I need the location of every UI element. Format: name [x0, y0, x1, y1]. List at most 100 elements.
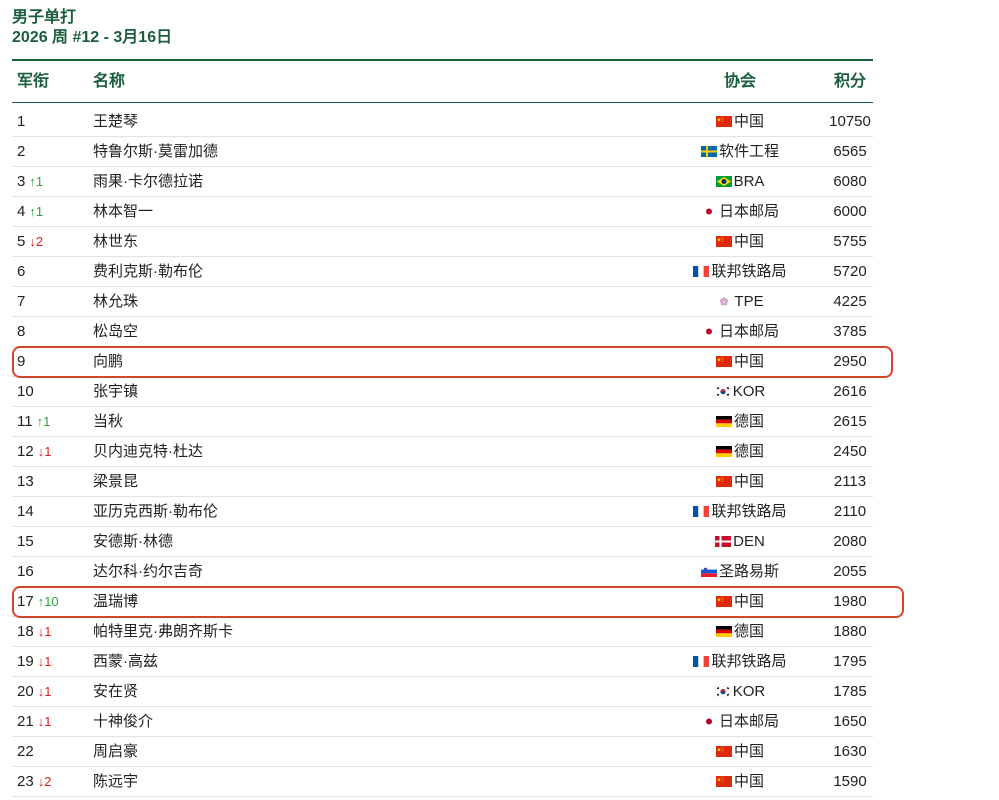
association-cell: BRA: [662, 167, 818, 196]
header-points: 积分: [833, 73, 866, 90]
player-name[interactable]: 周启豪: [93, 737, 138, 766]
china-flag-icon: [715, 596, 732, 607]
rank-number: 1: [17, 113, 26, 130]
china-flag-icon: [715, 746, 732, 757]
table-row: 14 亚历克西斯·勒布伦 联邦铁路局 2110: [12, 497, 873, 527]
rank-cell: 8: [17, 317, 25, 346]
slovenia-flag-icon: [700, 566, 717, 577]
korea-flag-icon: [714, 686, 731, 697]
player-name[interactable]: 林本智一: [93, 197, 153, 226]
france-flag-icon: [693, 266, 710, 277]
points-value: 4225: [833, 293, 867, 310]
table-header: 军衔 名称 协会 积分: [12, 59, 873, 103]
player-name[interactable]: 特鲁尔斯·莫雷加德: [93, 137, 218, 166]
table-row: 1 王楚琴 中国 10750: [12, 107, 873, 137]
association-cell: 日本邮局: [662, 197, 818, 226]
player-name[interactable]: 陈远宇: [93, 767, 138, 796]
table-row: 11 ↑1 当秋 德国 2615: [12, 407, 873, 437]
germany-flag-icon: [715, 446, 732, 457]
points-value: 2950: [833, 353, 867, 370]
association-name: KOR: [732, 683, 766, 700]
rank-cell: 22: [17, 737, 34, 766]
player-name[interactable]: 达尔科·约尔吉奇: [93, 557, 203, 586]
rank-number: 22: [17, 743, 34, 760]
rank-cell: 10: [17, 377, 34, 406]
plum-blossom-icon: [716, 296, 732, 307]
player-name[interactable]: 亚历克西斯·勒布伦: [93, 497, 218, 526]
player-name[interactable]: 当秋: [93, 407, 123, 436]
points-value: 5755: [833, 233, 867, 250]
rank-cell: 2: [17, 137, 25, 166]
rank-cell: 5 ↓2: [17, 227, 43, 256]
association-cell: 中国: [662, 767, 818, 796]
rank-number: 5: [17, 233, 26, 250]
table-row: 21 ↓1 十神俊介 日本邮局 1650: [12, 707, 873, 737]
points-value: 1880: [833, 623, 867, 640]
player-name[interactable]: 帕特里克·弗朗齐斯卡: [93, 617, 233, 646]
association-cell: 中国: [662, 587, 818, 616]
points-value: 2113: [833, 473, 867, 490]
rank-down-indicator: ↓1: [37, 684, 52, 699]
player-name[interactable]: 林世东: [93, 227, 138, 256]
rank-number: 8: [17, 323, 26, 340]
sweden-flag-icon: [700, 146, 717, 157]
points-value: 1650: [833, 713, 867, 730]
player-name[interactable]: 费利克斯·勒布伦: [93, 257, 203, 286]
player-name[interactable]: 安德斯·林德: [93, 527, 173, 556]
rank-cell: 1: [17, 107, 25, 136]
player-name[interactable]: 林允珠: [93, 287, 138, 316]
table-row: 13 梁景昆 中国 2113: [12, 467, 873, 497]
rank-cell: 15: [17, 527, 34, 556]
player-name[interactable]: 温瑞博: [93, 587, 138, 616]
rank-number: 18: [17, 623, 34, 640]
association-cell: 中国: [662, 737, 818, 766]
player-name[interactable]: 雨果·卡尔德拉诺: [93, 167, 203, 196]
player-name[interactable]: 贝内迪克特·杜达: [93, 437, 203, 466]
association-name: 联邦铁路局: [711, 503, 787, 520]
association-name: 德国: [733, 413, 764, 430]
player-name[interactable]: 王楚琴: [93, 107, 138, 136]
table-row: 23 ↓2 陈远宇 中国 1590: [12, 767, 873, 797]
association-cell: KOR: [662, 377, 818, 406]
korea-flag-icon: [714, 386, 731, 397]
player-name[interactable]: 松岛空: [93, 317, 138, 346]
china-flag-icon: [715, 236, 732, 247]
rank-number: 16: [17, 563, 34, 580]
association-name: 联邦铁路局: [711, 653, 787, 670]
table-row: 18 ↓1 帕特里克·弗朗齐斯卡 德国 1880: [12, 617, 873, 647]
germany-flag-icon: [715, 416, 732, 427]
rank-cell: 11 ↑1: [17, 407, 50, 436]
player-name[interactable]: 安在贤: [93, 677, 138, 706]
points-value: 2055: [833, 563, 867, 580]
points-value: 2080: [833, 533, 867, 550]
rank-down-indicator: ↓1: [37, 714, 52, 729]
player-name[interactable]: 十神俊介: [93, 707, 153, 736]
rank-number: 13: [17, 473, 34, 490]
association-cell: 德国: [662, 437, 818, 466]
association-name: 中国: [733, 773, 764, 790]
rank-down-indicator: ↓1: [37, 624, 52, 639]
association-name: 德国: [733, 443, 764, 460]
rank-cell: 23 ↓2: [17, 767, 51, 796]
rank-up-indicator: ↑1: [29, 174, 44, 189]
france-flag-icon: [693, 656, 710, 667]
association-cell: TPE: [662, 287, 818, 316]
table-row: 12 ↓1 贝内迪克特·杜达 德国 2450: [12, 437, 873, 467]
association-name: 日本邮局: [718, 323, 779, 340]
table-row: 6 费利克斯·勒布伦 联邦铁路局 5720: [12, 257, 873, 287]
player-name[interactable]: 西蒙·高兹: [93, 647, 158, 676]
header-rank: 军衔: [17, 73, 50, 90]
germany-flag-icon: [715, 626, 732, 637]
association-name: 日本邮局: [718, 713, 779, 730]
player-name[interactable]: 梁景昆: [93, 467, 138, 496]
points-value: 2616: [833, 383, 867, 400]
table-row: 17 ↑10 温瑞博 中国 1980: [12, 586, 904, 618]
points-value: 6080: [833, 173, 867, 190]
header-association: 协会: [723, 73, 756, 90]
player-name[interactable]: 张宇镇: [93, 377, 138, 406]
player-name[interactable]: 向鹏: [93, 347, 123, 376]
rank-down-indicator: ↓1: [37, 654, 52, 669]
association-cell: 日本邮局: [662, 707, 818, 736]
rank-cell: 6: [17, 257, 25, 286]
table-row: 4 ↑1 林本智一 日本邮局 6000: [12, 197, 873, 227]
